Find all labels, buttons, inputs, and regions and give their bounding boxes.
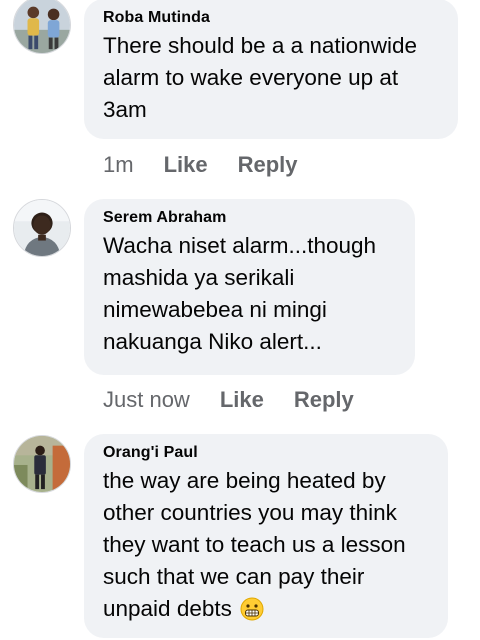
like-button[interactable]: Like xyxy=(164,152,208,178)
comment-thread: Roba Mutinda There should be a a nationw… xyxy=(0,0,480,640)
comment-text: There should be a a nationwide alarm to … xyxy=(103,33,417,122)
comment-bubble: Orang'i Paul the way are being heated by… xyxy=(84,434,448,638)
comment-author[interactable]: Orang'i Paul xyxy=(103,443,432,463)
comment-actions: 1m Like Reply xyxy=(103,150,328,180)
avatar[interactable] xyxy=(13,199,71,257)
reply-button[interactable]: Reply xyxy=(238,152,298,178)
comment-author[interactable]: Roba Mutinda xyxy=(103,8,442,28)
avatar-photo-icon xyxy=(14,200,70,256)
like-button[interactable]: Like xyxy=(220,387,264,413)
avatar-photo-icon xyxy=(14,436,70,492)
comment-timestamp[interactable]: Just now xyxy=(103,387,190,413)
avatar[interactable] xyxy=(13,435,71,493)
reply-button[interactable]: Reply xyxy=(294,387,354,413)
comment-actions: Just now Like Reply xyxy=(103,385,384,415)
comment-bubble: Roba Mutinda There should be a a nationw… xyxy=(84,0,458,139)
comment-text: the way are being heated by other countr… xyxy=(103,465,432,625)
avatar-photo-icon xyxy=(14,0,70,53)
comment-bubble: Serem Abraham Wacha niset alarm...though… xyxy=(84,199,415,375)
comment-text: Wacha niset alarm...though mashida ya se… xyxy=(103,233,377,354)
comment-timestamp[interactable]: 1m xyxy=(103,152,134,178)
comment-author[interactable]: Serem Abraham xyxy=(103,208,399,228)
grimacing-face-emoji-icon xyxy=(240,597,264,621)
avatar[interactable] xyxy=(13,0,71,54)
